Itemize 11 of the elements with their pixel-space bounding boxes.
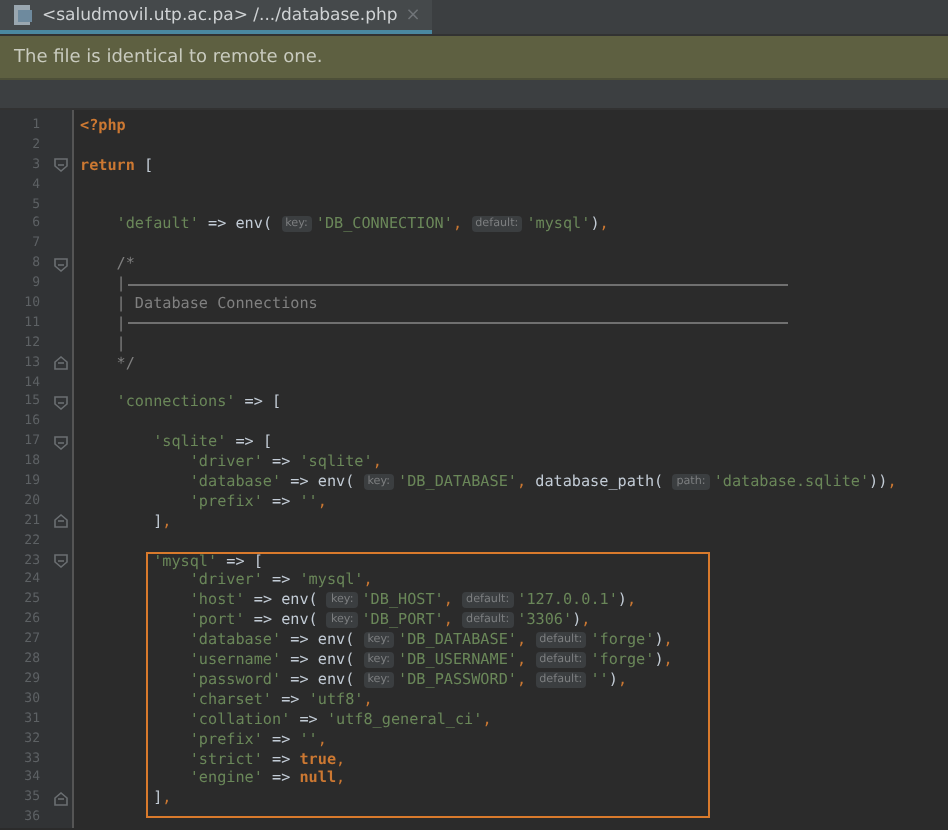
fold-close-icon[interactable] [54,356,68,371]
fold-close-icon[interactable] [54,514,68,529]
fold-open-icon[interactable] [54,257,68,272]
fold-open-icon[interactable] [54,158,68,173]
fold-open-icon[interactable] [54,435,68,450]
fold-close-icon[interactable] [54,791,68,806]
fold-open-icon[interactable] [54,395,68,410]
fold-open-icon[interactable] [54,554,68,569]
file-icon [12,4,34,26]
notification-text: The file is identical to remote one. [14,47,323,67]
editor-tab[interactable]: <saludmovil.utp.ac.pa> /.../database.php × [0,0,433,34]
